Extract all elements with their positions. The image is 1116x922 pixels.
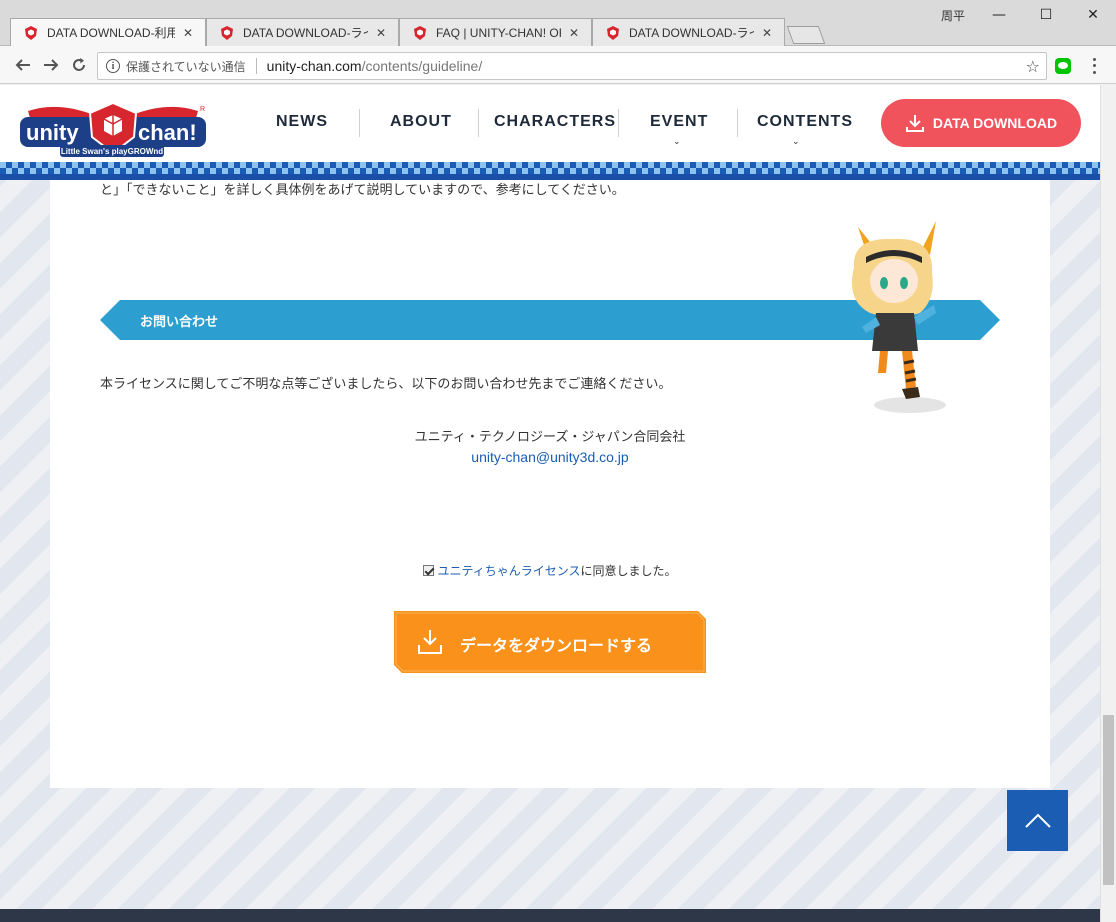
nav-about[interactable]: ABOUT	[390, 113, 452, 131]
browser-tab[interactable]: DATA DOWNLOAD-ライセンス ✕	[592, 18, 785, 46]
unity-chan-favicon-icon	[221, 25, 233, 40]
page-scrollbar[interactable]	[1100, 85, 1116, 922]
download-icon	[905, 115, 924, 132]
intro-text: と」「できないこと」を詳しく具体例をあげて説明していますので、参考にしてください…	[100, 183, 625, 198]
new-tab-button[interactable]	[786, 26, 826, 44]
tab-title: DATA DOWNLOAD-利用規約	[47, 26, 175, 40]
site-header: unity chan! Little Swan's playGROWnd R N…	[0, 85, 1100, 180]
unity-chan-favicon-icon	[607, 25, 619, 40]
unity-chan-character-illustration	[852, 221, 946, 413]
logo-text: chan!	[138, 120, 197, 145]
minimize-button[interactable]: —	[988, 4, 1010, 26]
tab-close-icon[interactable]: ✕	[374, 26, 388, 40]
nav-divider	[618, 109, 619, 137]
logo-text: Little Swan's playGROWnd	[61, 147, 163, 156]
nav-contents[interactable]: CONTENTS	[757, 113, 853, 131]
scroll-to-top-button[interactable]	[1007, 790, 1068, 851]
tab-title: DATA DOWNLOAD-ライセンス	[629, 26, 754, 40]
tab-close-icon[interactable]: ✕	[567, 26, 581, 40]
download-button-label: データをダウンロードする	[460, 636, 653, 655]
logo-text: R	[200, 106, 205, 113]
nav-news[interactable]: NEWS	[276, 113, 328, 131]
license-link[interactable]: ユニティちゃんライセンス	[437, 564, 580, 578]
url-host: unity-chan.com	[266, 58, 362, 74]
nav-divider	[359, 109, 360, 137]
arrow-right-icon	[44, 59, 59, 71]
security-label[interactable]: 保護されていない通信	[126, 58, 246, 75]
back-button[interactable]	[12, 54, 34, 76]
scrollbar-thumb[interactable]	[1103, 715, 1114, 885]
nav-divider	[737, 109, 738, 137]
tab-close-icon[interactable]: ✕	[760, 26, 774, 40]
line-extension-icon[interactable]	[1055, 58, 1071, 74]
unity-chan-favicon-icon	[414, 25, 426, 40]
forward-button[interactable]	[40, 54, 62, 76]
browser-titlebar: DATA DOWNLOAD-利用規約 ✕ DATA DOWNLOAD-ライセンス…	[0, 0, 1116, 46]
header-data-download-button[interactable]: DATA DOWNLOAD	[881, 99, 1081, 147]
unity-chan-favicon-icon	[25, 25, 37, 40]
info-icon[interactable]: i	[106, 59, 120, 73]
bookmark-star-icon[interactable]: ☆	[1026, 57, 1040, 76]
browser-tab-active[interactable]: DATA DOWNLOAD-利用規約 ✕	[10, 18, 206, 46]
arrow-left-icon	[15, 59, 30, 71]
tab-title: DATA DOWNLOAD-ライセンス	[243, 26, 368, 40]
license-agreement: ユニティちゃんライセンスに同意しました。	[0, 562, 1100, 579]
url-path: /contents/guideline/	[361, 58, 483, 74]
section-title: お問い合わせ	[140, 315, 219, 330]
address-bar[interactable]: i 保護されていない通信 unity-chan.com/contents/gui…	[97, 52, 1047, 80]
inquiry-text: 本ライセンスに関してご不明な点等ございましたら、以下のお問い合わせ先までご連絡く…	[100, 377, 672, 392]
chevron-down-icon: ⌄	[792, 137, 800, 147]
browser-menu-icon[interactable]	[1088, 56, 1100, 76]
address-divider	[255, 58, 257, 74]
browser-tab[interactable]: DATA DOWNLOAD-ライセンス ✕	[206, 18, 399, 46]
close-window-button[interactable]: ✕	[1082, 4, 1104, 26]
browser-tab[interactable]: FAQ | UNITY-CHAN! OFFICIAL ✕	[399, 18, 592, 46]
chevron-down-icon: ⌄	[673, 137, 681, 147]
agree-suffix: に同意しました。	[580, 564, 677, 578]
header-checker-pattern	[0, 162, 1100, 180]
footer-bar	[0, 909, 1100, 922]
nav-event[interactable]: EVENT	[650, 113, 708, 131]
url-text[interactable]: unity-chan.com/contents/guideline/	[267, 58, 483, 74]
nav-divider	[478, 109, 479, 137]
company-name: ユニティ・テクノロジーズ・ジャパン合同会社	[414, 430, 686, 445]
maximize-button[interactable]: ☐	[1035, 4, 1057, 26]
browser-profile-name[interactable]: 周平	[941, 7, 965, 24]
chevron-up-icon	[1024, 813, 1051, 828]
header-download-label: DATA DOWNLOAD	[932, 115, 1058, 131]
tab-title: FAQ | UNITY-CHAN! OFFICIAL	[436, 25, 561, 40]
agree-checkbox[interactable]	[423, 565, 435, 576]
reload-icon	[73, 58, 85, 71]
unity-chan-logo[interactable]: unity chan! Little Swan's playGROWnd R	[18, 97, 208, 159]
contact-email-link[interactable]: unity-chan@unity3d.co.jp	[0, 449, 1100, 465]
reload-button[interactable]	[68, 54, 90, 76]
nav-characters[interactable]: CHARACTERS	[494, 113, 616, 131]
tab-close-icon[interactable]: ✕	[181, 26, 195, 40]
logo-text: unity	[26, 120, 79, 145]
page-viewport: unity chan! Little Swan's playGROWnd R N…	[0, 85, 1100, 922]
